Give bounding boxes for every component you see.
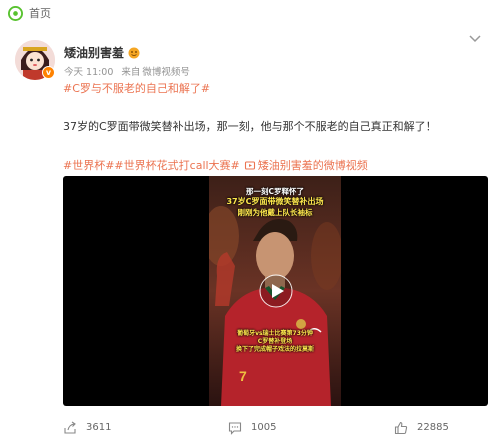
- verified-badge: v: [42, 66, 55, 79]
- video-link[interactable]: 矮油别害羞的微博视频: [258, 157, 368, 173]
- post-time[interactable]: 今天 11:00: [64, 64, 113, 78]
- hashtag-links[interactable]: #世界杯##世界杯花式打call大赛#: [63, 157, 240, 173]
- share-icon: [64, 421, 76, 434]
- overlay-top-line-3: 刚刚为他戴上队长袖标: [237, 208, 313, 217]
- like-count: 22885: [417, 422, 449, 433]
- comment-count: 1005: [251, 422, 277, 433]
- emoji-icon: [128, 47, 140, 58]
- topic-link[interactable]: #C罗与不服老的自己和解了#: [63, 80, 210, 96]
- post-meta: 今天 11:00 来自 微博视频号: [64, 64, 190, 78]
- play-icon[interactable]: [259, 274, 293, 308]
- video-player[interactable]: 7 那一刻C罗释怀了 37岁C罗面带微笑替补出场 刚刚为他戴上队长袖标 葡萄牙v…: [63, 176, 488, 406]
- post-source-prefix: 来自: [121, 67, 141, 78]
- tags-row: #世界杯##世界杯花式打call大赛# 矮油别害羞的微博视频: [63, 157, 368, 173]
- top-bar: 首页: [0, 0, 500, 26]
- share-button[interactable]: 3611: [63, 421, 111, 435]
- post-source[interactable]: 微博视频号: [142, 64, 190, 78]
- like-button[interactable]: 22885: [394, 421, 449, 435]
- share-count: 3611: [86, 422, 112, 433]
- home-logo-icon[interactable]: [8, 5, 23, 21]
- post-body: 37岁的C罗面带微笑替补出场，那一刻，他与那个不服老的自己真正和解了！: [63, 120, 437, 133]
- action-bar: 3611 1005 22885: [0, 415, 500, 440]
- svg-text:7: 7: [239, 368, 247, 384]
- home-link[interactable]: 首页: [29, 5, 51, 21]
- comment-icon: [228, 421, 242, 435]
- overlay-top-line-2: 37岁C罗面带微笑替补出场: [226, 197, 324, 206]
- video-link-icon: [244, 161, 255, 170]
- overlay-bottom-line-3: 换下了完成帽子戏法的拉莫斯: [235, 346, 314, 353]
- thumbs-up-icon: [394, 421, 408, 434]
- author-row: 矮油别害羞: [64, 44, 140, 61]
- comment-button[interactable]: 1005: [228, 421, 276, 435]
- more-options-icon[interactable]: [466, 32, 484, 46]
- author-name[interactable]: 矮油别害羞: [64, 44, 124, 61]
